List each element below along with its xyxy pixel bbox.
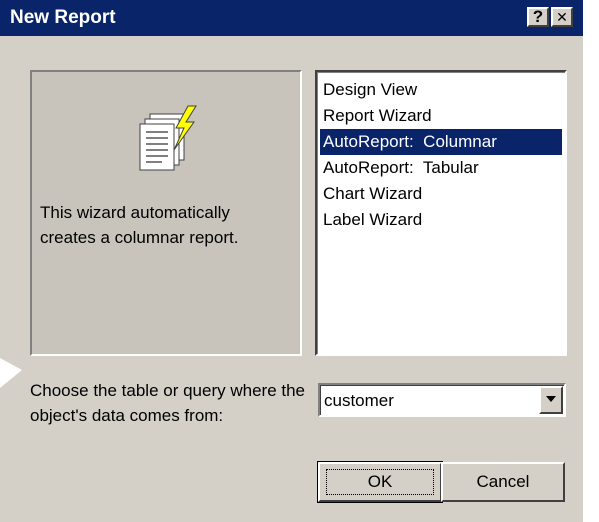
- report-type-list[interactable]: Design View Report Wizard AutoReport: Co…: [315, 70, 567, 356]
- list-item-autoreport-columnar[interactable]: AutoReport: Columnar: [320, 129, 562, 155]
- close-icon: ✕: [556, 9, 568, 25]
- combo-dropdown-button[interactable]: [539, 386, 563, 414]
- list-item-label-wizard[interactable]: Label Wizard: [320, 207, 562, 233]
- close-button[interactable]: ✕: [551, 7, 573, 27]
- wizard-preview-panel: This wizard automatically creates a colu…: [30, 70, 302, 356]
- cancel-button-label: Cancel: [476, 472, 530, 491]
- list-item-chart-wizard[interactable]: Chart Wizard: [320, 181, 562, 207]
- new-report-dialog: New Report ? ✕ This wizard automatically…: [0, 0, 583, 522]
- wizard-description: This wizard automatically creates a colu…: [40, 203, 239, 247]
- ok-button[interactable]: OK: [317, 461, 443, 503]
- source-combo-value[interactable]: customer: [324, 390, 394, 412]
- cancel-button[interactable]: Cancel: [441, 462, 565, 502]
- edge-decoration: [0, 358, 22, 388]
- report-wizard-icon: [139, 105, 197, 171]
- help-icon: ?: [532, 7, 544, 26]
- help-button[interactable]: ?: [527, 7, 549, 27]
- source-label: Choose the table or query where the obje…: [30, 381, 306, 425]
- window-title: New Report: [10, 7, 116, 28]
- list-item-autoreport-tabular[interactable]: AutoReport: Tabular: [320, 155, 562, 181]
- source-combo-box[interactable]: customer: [318, 383, 566, 417]
- title-bar[interactable]: New Report ? ✕: [0, 0, 583, 36]
- ok-button-label: OK: [326, 469, 434, 495]
- list-item-report-wizard[interactable]: Report Wizard: [320, 103, 562, 129]
- chevron-down-icon: [546, 396, 556, 402]
- list-item-design-view[interactable]: Design View: [320, 77, 562, 103]
